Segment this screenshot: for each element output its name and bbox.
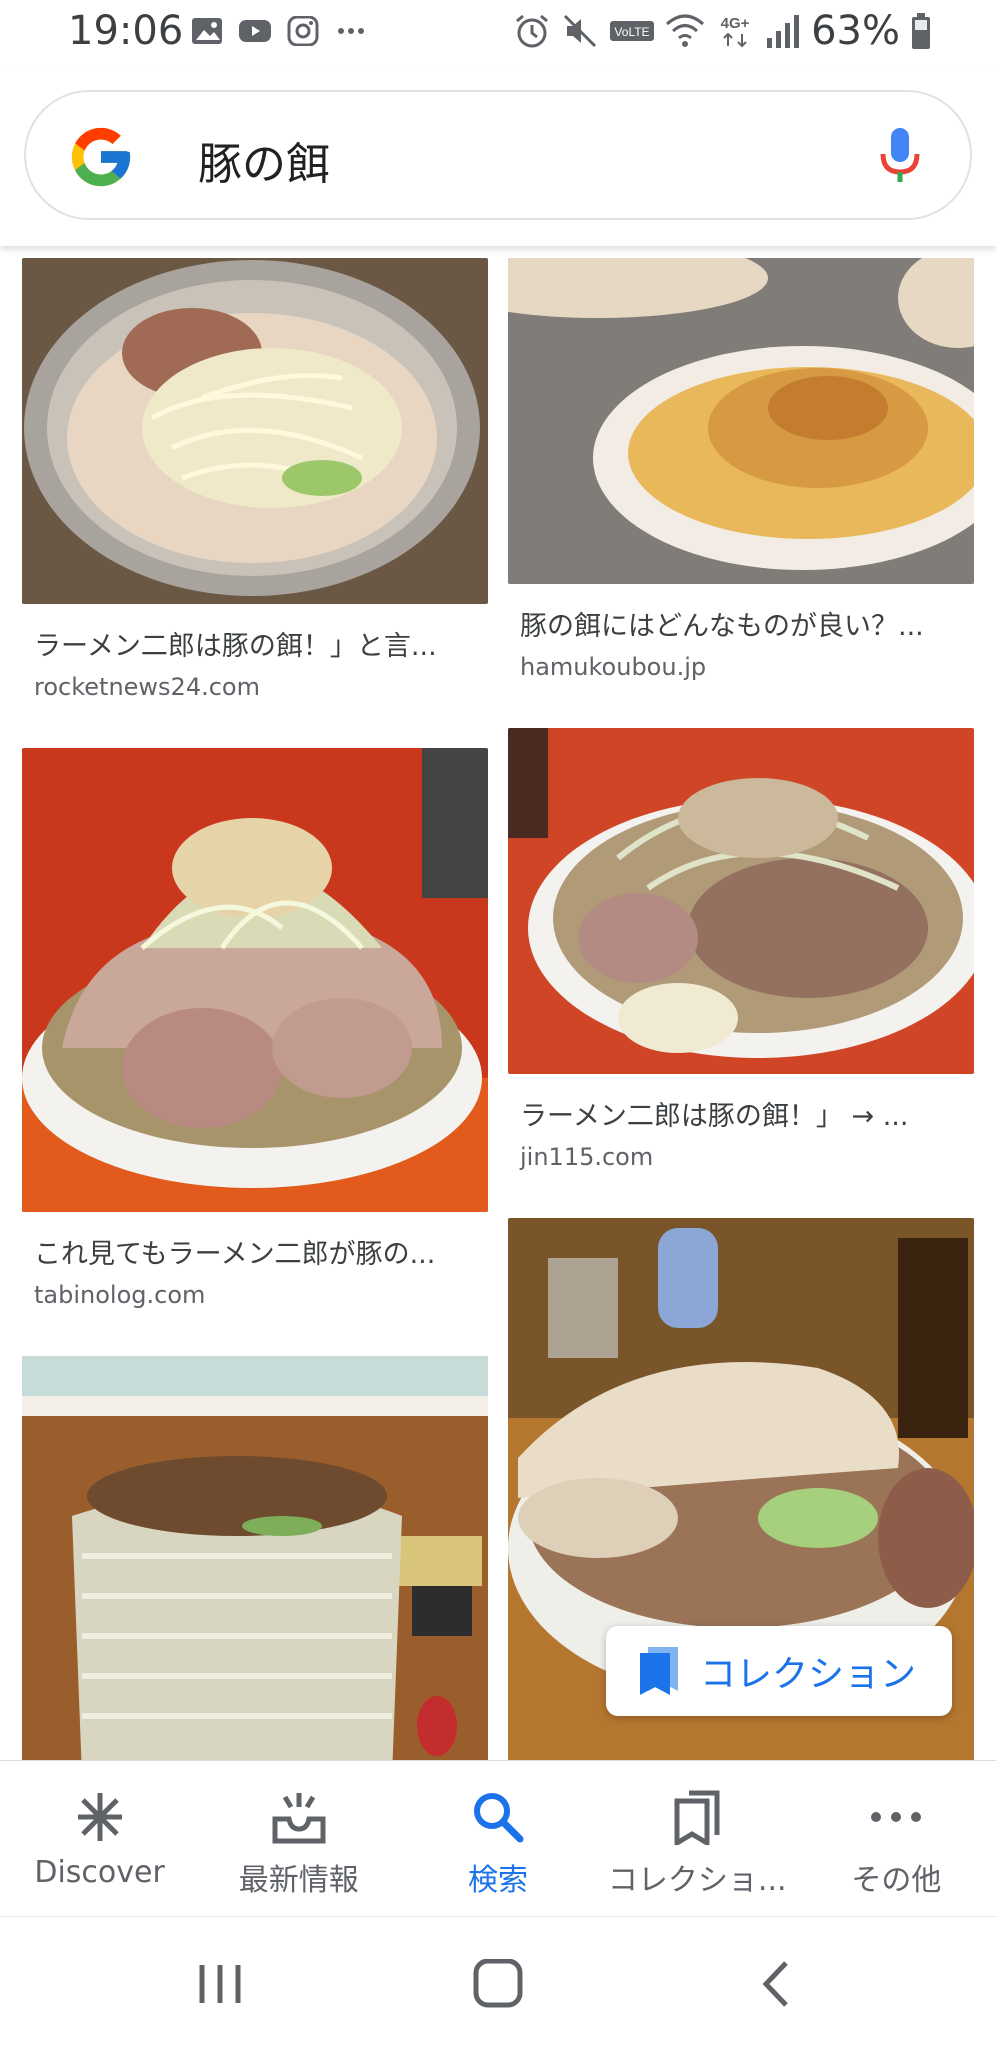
search-header: 豚の餌 — [0, 66, 996, 246]
alarm-icon — [516, 14, 549, 48]
nav-search[interactable]: 検索 — [398, 1761, 597, 1916]
system-navigation-bar — [0, 1916, 996, 2048]
result-card[interactable]: ラーメン二郎は豚の餌！」と言... rocketnews24.com — [22, 258, 488, 701]
nav-label: 検索 — [468, 1863, 528, 1898]
result-image[interactable] — [22, 1356, 488, 1760]
nav-discover[interactable]: Discover — [0, 1761, 199, 1916]
search-query-text: 豚の餌 — [198, 139, 330, 190]
google-logo-icon — [71, 127, 131, 187]
battery-icon — [912, 13, 930, 49]
status-left-icons — [190, 16, 368, 46]
result-source: tabinolog.com — [34, 1281, 206, 1309]
nav-more[interactable]: その他 — [797, 1761, 996, 1916]
status-right: VoLTE 4G+ 63% — [513, 8, 932, 54]
result-source: rocketnews24.com — [34, 673, 260, 701]
result-image[interactable] — [22, 748, 488, 1212]
nav-collections[interactable]: コレクショ... — [598, 1761, 797, 1916]
status-time: 19:06 — [68, 8, 184, 54]
result-source: jin115.com — [520, 1143, 654, 1171]
more-icon — [871, 1812, 922, 1822]
inbox-update-icon — [272, 1793, 326, 1844]
signal-icon — [767, 15, 800, 48]
battery-percent: 63% — [811, 8, 900, 54]
result-title[interactable]: ラーメン二郎は豚の餌！」と言... — [22, 624, 488, 663]
gallery-icon — [192, 18, 222, 44]
result-card[interactable]: ラーメン二郎は豚の餌！」 → ... jin115.com — [508, 728, 974, 1171]
status-bar: 19:06 VoLTE 4G+ 63% — [0, 0, 996, 66]
network-label: 4G+ — [721, 15, 750, 32]
nav-label: Discover — [34, 1855, 165, 1890]
result-image[interactable] — [508, 258, 974, 584]
bookmark-icon — [640, 1647, 678, 1695]
mute-icon — [564, 14, 597, 48]
result-title[interactable]: ラーメン二郎は豚の餌！」 → ... — [508, 1094, 974, 1133]
back-icon[interactable] — [748, 1959, 808, 2009]
bottom-navigation: Discover 最新情報 検索 コレクショ... その他 — [0, 1760, 996, 1916]
instagram-icon — [287, 16, 319, 46]
nav-label: その他 — [851, 1863, 942, 1898]
collection-chip-label: コレクション — [700, 1654, 917, 1695]
result-source: hamukoubou.jp — [520, 653, 707, 681]
collections-icon — [674, 1790, 720, 1845]
result-image[interactable] — [22, 258, 488, 604]
nav-label: 最新情報 — [238, 1863, 359, 1898]
home-icon[interactable] — [468, 1959, 528, 2009]
result-card[interactable]: これ見てもラーメン二郎が豚の... tabinolog.com — [22, 748, 488, 1309]
nav-updates[interactable]: 最新情報 — [199, 1761, 398, 1916]
wifi-icon — [666, 14, 705, 47]
more-dots-icon — [338, 28, 364, 34]
result-title[interactable]: これ見てもラーメン二郎が豚の... — [22, 1232, 488, 1271]
nav-label: コレクショ... — [607, 1863, 787, 1898]
image-results-grid: ラーメン二郎は豚の餌！」と言... rocketnews24.com 豚の餌には… — [0, 246, 996, 1760]
volte-label: VoLTE — [615, 25, 650, 39]
result-title[interactable]: 豚の餌にはどんなものが良い？... — [508, 604, 974, 643]
mic-icon[interactable] — [878, 126, 922, 188]
result-card[interactable]: 豚の餌にはどんなものが良い？... hamukoubou.jp — [508, 258, 974, 681]
search-icon — [474, 1793, 524, 1843]
result-image[interactable] — [508, 728, 974, 1074]
search-input[interactable]: 豚の餌 — [24, 90, 972, 220]
youtube-icon — [239, 20, 271, 42]
add-to-collection-button[interactable]: コレクション — [606, 1626, 952, 1716]
4g-icon: 4G+ — [721, 15, 750, 48]
result-card[interactable] — [22, 1356, 488, 1760]
recent-apps-icon[interactable] — [190, 1959, 250, 2009]
asterisk-icon — [77, 1793, 122, 1841]
volte-icon: VoLTE — [610, 21, 655, 41]
